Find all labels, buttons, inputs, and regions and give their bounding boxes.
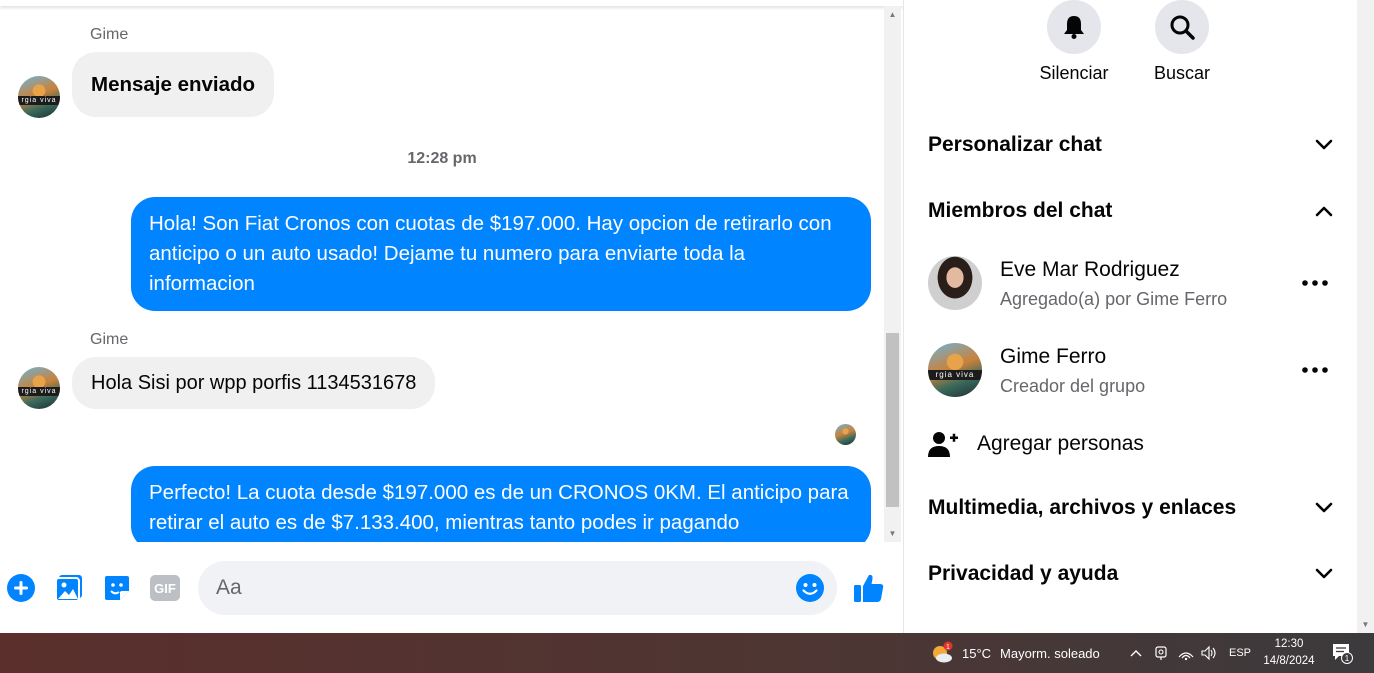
plus-circle-icon[interactable] <box>5 572 37 604</box>
message-bubble-outgoing[interactable]: Perfecto! La cuota desde $197.000 es de … <box>131 466 871 542</box>
message-scrollbar[interactable]: ▲ ▼ <box>884 6 901 542</box>
messenger-window: Gime rgia viva Mensaje enviado 12:28 pm … <box>0 0 1374 633</box>
mute-label: Silenciar <box>1039 63 1109 83</box>
more-options-icon[interactable] <box>1297 268 1333 298</box>
chat-pane: Gime rgia viva Mensaje enviado 12:28 pm … <box>0 0 903 633</box>
member-row[interactable]: rgia viva Gime Ferro Creador del grupo <box>928 343 1333 403</box>
search-button[interactable] <box>1155 0 1209 54</box>
weather-description: Mayorm. soleado <box>1000 645 1100 661</box>
chevron-down-icon <box>1315 568 1333 579</box>
chevron-down-icon <box>1315 502 1333 513</box>
member-name: Gime Ferro <box>1000 345 1107 368</box>
section-customize-chat[interactable]: Personalizar chat <box>928 125 1333 165</box>
bell-icon <box>1064 16 1084 39</box>
scroll-up-arrow-icon[interactable]: ▲ <box>884 6 901 23</box>
language-indicator[interactable]: ESP <box>1229 633 1251 673</box>
section-title: Privacidad y ayuda <box>928 562 1119 585</box>
weather-widget[interactable]: 1 15°C Mayorm. soleado <box>930 633 1100 673</box>
thumbs-up-icon[interactable] <box>853 572 885 604</box>
member-subtitle: Agregado(a) por Gime Ferro <box>1000 289 1228 309</box>
notification-count: 1 <box>1345 654 1350 663</box>
message-list[interactable]: Gime rgia viva Mensaje enviado 12:28 pm … <box>0 6 884 542</box>
chevron-up-icon <box>1315 206 1333 217</box>
avatar-caption: rgia viva <box>18 387 60 396</box>
message-text: Hola! Son Fiat Cronos con cuotas de $197… <box>149 212 832 295</box>
image-icon[interactable] <box>53 572 85 604</box>
section-title: Multimedia, archivos y enlaces <box>928 496 1237 519</box>
section-media-files-links[interactable]: Multimedia, archivos y enlaces <box>928 488 1333 528</box>
message-bubble-outgoing[interactable]: Hola! Son Fiat Cronos con cuotas de $197… <box>131 197 871 311</box>
member-row[interactable]: Eve Mar Rodriguez Agregado(a) por Gime F… <box>928 256 1333 316</box>
message-input[interactable] <box>198 561 837 615</box>
message-timestamp: 12:28 pm <box>407 150 477 167</box>
search-icon <box>1170 15 1195 40</box>
scroll-down-arrow-icon[interactable]: ▼ <box>1357 616 1374 633</box>
member-subtitle: Creador del grupo <box>1000 376 1146 396</box>
avatar[interactable]: rgia viva <box>18 367 60 409</box>
message-composer: GIF <box>0 550 903 626</box>
more-options-icon[interactable] <box>1297 355 1333 385</box>
message-text: Hola Sisi por wpp porfis 1134531678 <box>91 371 417 394</box>
clock-time: 12:30 <box>1274 638 1304 650</box>
weather-badge: 1 <box>946 644 950 651</box>
member-avatar[interactable] <box>928 256 982 310</box>
add-people-label: Agregar personas <box>977 432 1144 455</box>
add-person-icon <box>928 432 958 457</box>
search-label: Buscar <box>1153 63 1211 83</box>
section-privacy-help[interactable]: Privacidad y ayuda <box>928 554 1333 594</box>
member-avatar[interactable]: rgia viva <box>928 343 982 397</box>
section-title: Personalizar chat <box>928 133 1102 156</box>
clock-date: 14/8/2024 <box>1263 655 1315 667</box>
avatar-caption: rgia viva <box>928 370 982 380</box>
message-text: Mensaje enviado <box>91 72 256 96</box>
sticker-icon[interactable] <box>101 572 133 604</box>
sender-name: Gime <box>90 331 129 348</box>
chat-info-panel: Silenciar Buscar Personalizar chat Miemb… <box>904 0 1357 633</box>
chevron-down-icon <box>1315 139 1333 150</box>
gif-icon[interactable]: GIF <box>149 572 181 604</box>
message-text: Perfecto! La cuota desde $197.000 es de … <box>149 481 849 534</box>
section-chat-members[interactable]: Miembros del chat <box>928 191 1333 231</box>
message-bubble-incoming[interactable]: Hola Sisi por wpp porfis 1134531678 <box>72 357 436 409</box>
section-title: Miembros del chat <box>928 199 1113 222</box>
sender-name: Gime <box>90 26 129 43</box>
windows-taskbar: 1 15°C Mayorm. soleado ESP 12:30 14/8/20… <box>0 633 1374 673</box>
scroll-thumb[interactable] <box>886 333 899 507</box>
scroll-down-arrow-icon[interactable]: ▼ <box>884 525 901 542</box>
show-hidden-icons-chevron-icon[interactable] <box>1129 633 1143 673</box>
mute-button[interactable] <box>1047 0 1101 54</box>
weather-sun-cloud-icon: 1 <box>933 641 953 663</box>
system-clock[interactable]: 12:30 14/8/2024 <box>1262 636 1316 670</box>
member-name: Eve Mar Rodriguez <box>1000 258 1180 281</box>
avatar[interactable]: rgia viva <box>18 76 60 118</box>
add-people-button[interactable]: Agregar personas <box>928 424 1333 464</box>
message-bubble-incoming[interactable]: Mensaje enviado <box>72 52 275 117</box>
temperature: 15°C <box>962 645 992 661</box>
meet-now-icon[interactable] <box>1153 633 1169 673</box>
gif-label: GIF <box>154 581 176 596</box>
emoji-icon[interactable] <box>794 572 826 604</box>
panel-scrollbar[interactable]: ▼ <box>1357 0 1374 633</box>
volume-icon[interactable] <box>1200 633 1218 673</box>
wifi-icon[interactable] <box>1177 633 1195 673</box>
avatar-caption: rgia viva <box>18 96 60 105</box>
seen-receipt-avatar <box>835 424 856 445</box>
notification-center-icon[interactable]: 1 <box>1331 633 1355 673</box>
